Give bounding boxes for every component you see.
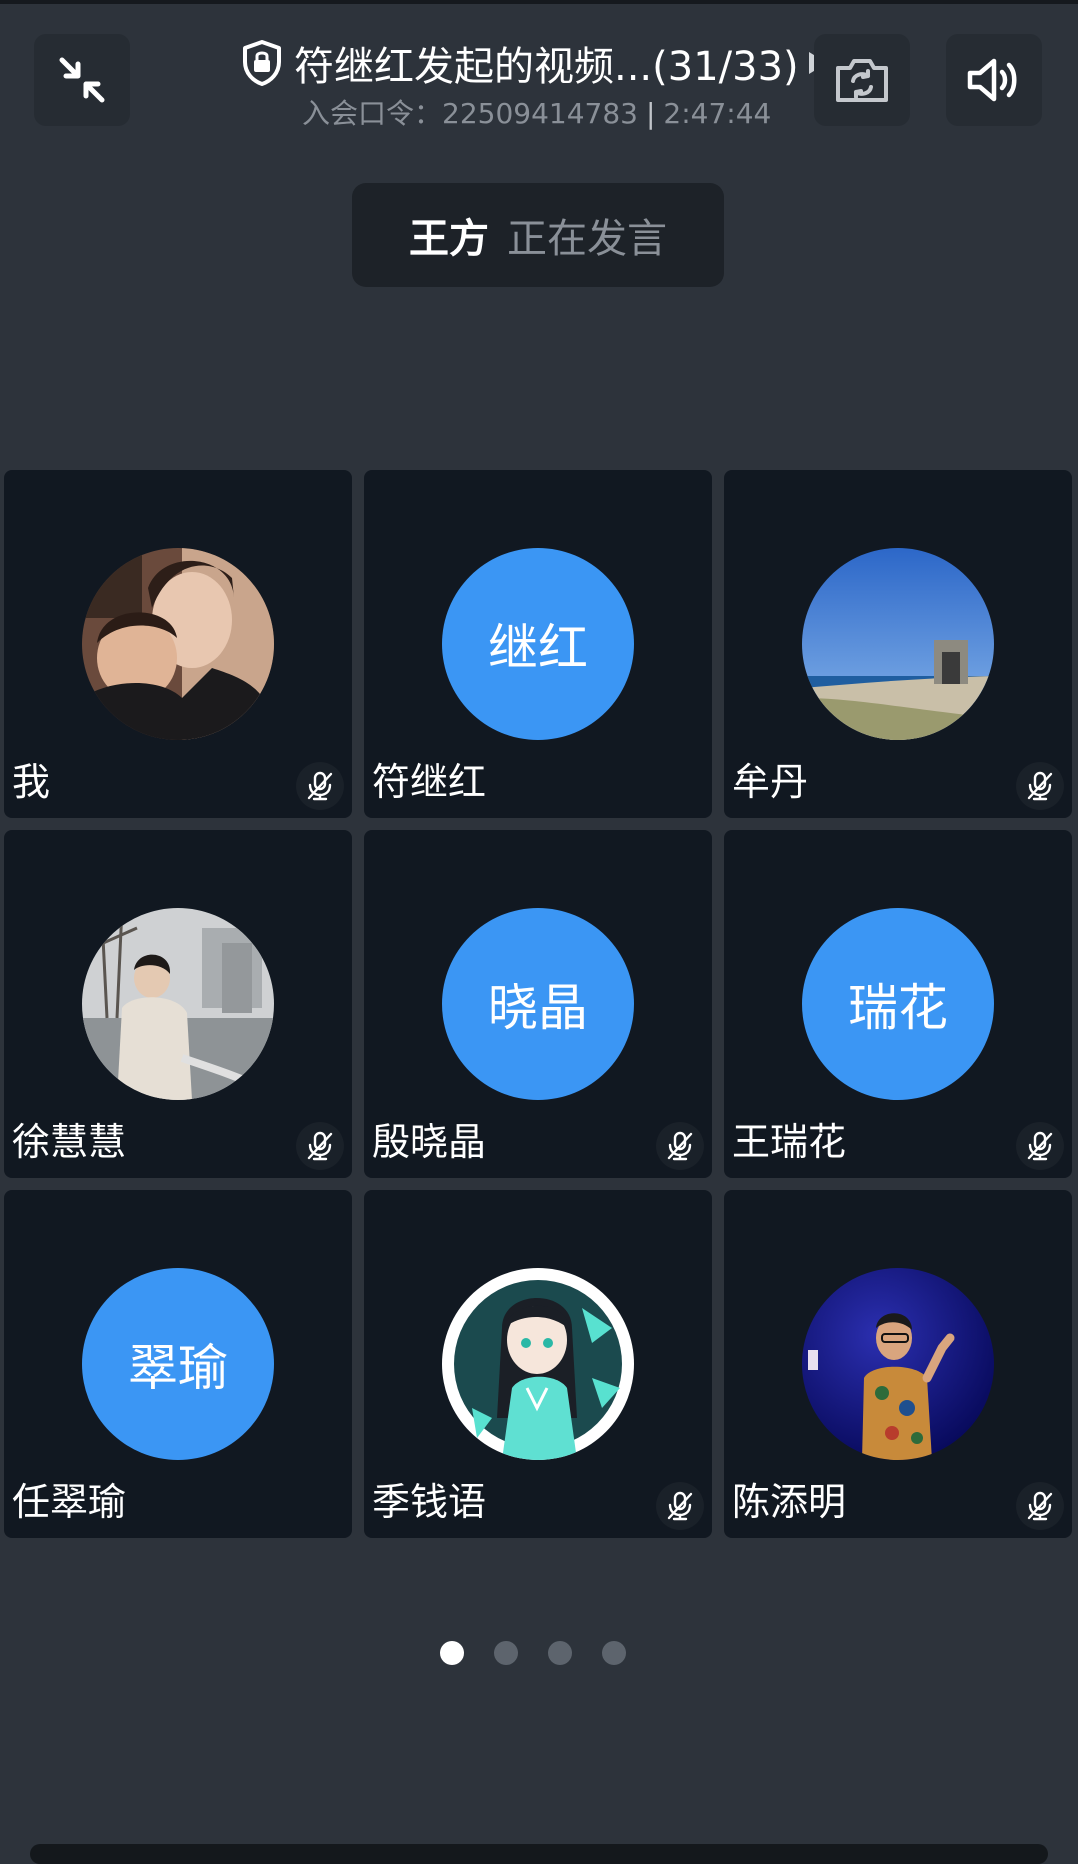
page-dot-4[interactable]	[602, 1641, 626, 1665]
participant-tile[interactable]: 瑞花 王瑞花	[724, 830, 1072, 1178]
participant-tile[interactable]: 徐慧慧	[4, 830, 352, 1178]
avatar: 瑞花	[802, 908, 994, 1100]
page-dot-1[interactable]	[440, 1641, 464, 1665]
avatar	[802, 1268, 994, 1460]
mic-off-icon	[667, 1131, 693, 1161]
participant-name: 王瑞花	[732, 1120, 847, 1164]
avatar: 继红	[442, 548, 634, 740]
avatar	[442, 1268, 634, 1460]
stage-singer-photo	[802, 1268, 994, 1460]
mute-indicator	[1016, 1122, 1064, 1170]
bottom-panel-edge	[30, 1844, 1048, 1864]
mute-indicator	[296, 762, 344, 810]
active-speaker-banner: 王方 正在发言	[352, 183, 724, 287]
mic-off-icon	[1027, 771, 1053, 801]
participant-tile[interactable]: 牟丹	[724, 470, 1072, 818]
page-dot-2[interactable]	[494, 1641, 518, 1665]
participant-name: 季钱语	[372, 1480, 487, 1524]
participant-name: 我	[12, 760, 51, 804]
mic-off-icon	[1027, 1491, 1053, 1521]
participant-name: 任翠瑜	[12, 1480, 127, 1524]
avatar	[82, 548, 274, 740]
riverside-photo	[82, 908, 274, 1100]
participant-tile[interactable]: 继红 符继红	[364, 470, 712, 818]
page-dot-3[interactable]	[548, 1641, 572, 1665]
mute-indicator	[1016, 1482, 1064, 1530]
mute-indicator	[1016, 762, 1064, 810]
mute-indicator	[296, 1122, 344, 1170]
active-speaker-name: 王方	[409, 216, 489, 262]
mic-off-icon	[667, 1491, 693, 1521]
participant-name: 陈添明	[732, 1480, 847, 1524]
avatar	[802, 548, 994, 740]
participant-name: 殷晓晶	[372, 1120, 487, 1164]
mic-off-icon	[307, 1131, 333, 1161]
camera-switch-button[interactable]	[814, 34, 910, 126]
meeting-duration: 2:47:44	[663, 97, 772, 130]
meeting-info: 入会口令：22509414783 | 2:47:44	[302, 92, 771, 132]
mother-child-photo	[82, 548, 274, 740]
participant-tile[interactable]: 我	[4, 470, 352, 818]
participant-tile[interactable]: 季钱语	[364, 1190, 712, 1538]
avatar	[82, 908, 274, 1100]
illustrated-girl-avatar	[446, 1272, 630, 1460]
mic-off-icon	[1027, 1131, 1053, 1161]
participant-name: 徐慧慧	[12, 1120, 127, 1164]
minimize-button[interactable]	[34, 34, 130, 126]
participant-tile[interactable]: 晓晶 殷晓晶	[364, 830, 712, 1178]
meeting-title[interactable]: 符继红发起的视频...(31/33)	[294, 34, 799, 92]
divider: |	[645, 97, 656, 130]
camera-switch-icon	[836, 59, 888, 102]
passcode-text: 入会口令：22509414783	[302, 97, 638, 130]
top-edge	[0, 0, 1078, 4]
seaside-photo	[802, 548, 994, 740]
meeting-header: 符继红发起的视频...(31/33) 入会口令：22509414783 | 2:47…	[230, 30, 850, 130]
collapse-arrows-icon	[59, 57, 105, 103]
active-speaker-status: 正在发言	[507, 216, 667, 262]
speaker-volume-icon	[967, 58, 1017, 102]
lock-shield-icon	[243, 40, 281, 86]
page-indicator	[440, 1640, 626, 1666]
mic-off-icon	[307, 771, 333, 801]
participant-name: 牟丹	[732, 760, 809, 804]
avatar: 晓晶	[442, 908, 634, 1100]
participant-tile[interactable]: 翠瑜 任翠瑜	[4, 1190, 352, 1538]
audio-output-button[interactable]	[946, 34, 1042, 126]
participant-tile[interactable]: 陈添明	[724, 1190, 1072, 1538]
mute-indicator	[656, 1482, 704, 1530]
title-row: 符继红发起的视频...(31/33)	[240, 34, 827, 92]
avatar: 翠瑜	[82, 1268, 274, 1460]
mute-indicator	[656, 1122, 704, 1170]
participant-name: 符继红	[372, 760, 487, 804]
